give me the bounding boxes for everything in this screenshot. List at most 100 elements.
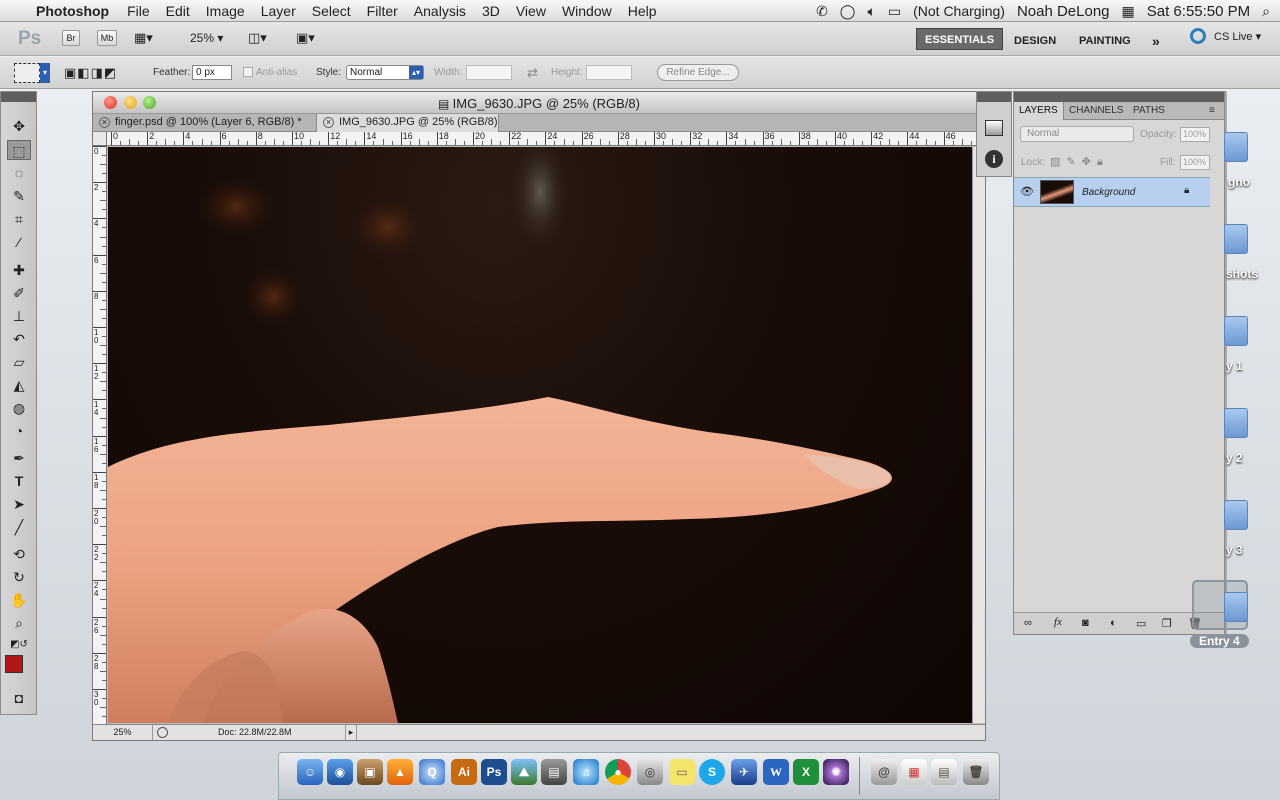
feather-input[interactable]: 0 px xyxy=(192,65,232,80)
illustrator-icon[interactable]: Ai xyxy=(451,759,477,785)
desktop-label[interactable]: shots xyxy=(1226,267,1258,281)
layer-style-icon[interactable]: fx xyxy=(1054,616,1062,628)
iphoto-icon[interactable]: ▣ xyxy=(357,759,383,785)
view-extras-icon[interactable]: ▦▾ xyxy=(134,30,153,46)
zoom-tool-icon[interactable]: ⌕ xyxy=(7,613,31,633)
tab-layers[interactable]: LAYERS xyxy=(1014,102,1064,120)
healing-brush-icon[interactable]: ✚ xyxy=(7,260,31,280)
word-icon[interactable]: W xyxy=(763,759,789,785)
desktop-folder-icon[interactable] xyxy=(1224,316,1248,346)
toolbox-header[interactable] xyxy=(1,92,36,102)
tab-close-icon[interactable]: × xyxy=(99,117,110,128)
user-name[interactable]: Noah DeLong xyxy=(1011,3,1116,20)
desktop-folder-icon[interactable] xyxy=(1224,592,1248,622)
desktop-folder-icon[interactable] xyxy=(1224,132,1248,162)
hand-tool-icon[interactable]: ✋ xyxy=(7,590,31,610)
tab-finger-psd[interactable]: × finger.psd @ 100% (Layer 6, RGB/8) * xyxy=(93,114,317,132)
layers-panel-header[interactable] xyxy=(1014,92,1224,102)
preset-dropdown-icon[interactable]: ▾ xyxy=(40,63,50,83)
document-titlebar[interactable]: ▤ IMG_9630.JPG @ 25% (RGB/8) xyxy=(93,92,985,114)
desktop-label[interactable]: y 3 xyxy=(1226,543,1243,557)
blur-tool-icon[interactable]: ◍ xyxy=(7,398,31,418)
vertical-scrollbar[interactable] xyxy=(972,147,985,723)
crop-tool-icon[interactable]: ⌗ xyxy=(7,209,31,229)
anti-alias-checkbox[interactable] xyxy=(243,67,253,77)
image-capture-icon[interactable]: ▤ xyxy=(541,759,567,785)
lock-options-icons[interactable]: ▨✎✥🔒︎ xyxy=(1050,155,1109,169)
horizontal-ruler[interactable]: 0 2 4 6 8 10 12 14 16 18 20 22 24 26 28 30 32 34 36 38 40 42 4… xyxy=(107,132,985,146)
downloads-stack-icon[interactable]: @ xyxy=(871,759,897,785)
new-group-icon[interactable]: ▭ xyxy=(1136,617,1146,630)
width-input[interactable] xyxy=(466,65,512,80)
cs-live-icon[interactable] xyxy=(1190,28,1206,44)
vertical-ruler[interactable]: 0 2 4 6 8 10 12 14 16 18 20 22 24 26 28 30 xyxy=(93,146,107,724)
paint-bucket-icon[interactable]: ◭ xyxy=(7,375,31,395)
status-info-icon[interactable] xyxy=(157,727,168,738)
path-selection-icon[interactable]: ➤ xyxy=(7,494,31,514)
desktop-label-selected[interactable]: Entry 4 xyxy=(1190,634,1249,648)
lasso-tool-icon[interactable]: ◌ xyxy=(7,163,31,183)
line-tool-icon[interactable]: ╱ xyxy=(7,517,31,537)
workspace-painting[interactable]: PAINTING xyxy=(1071,30,1139,52)
3d-orbit-icon[interactable]: ↻ xyxy=(7,567,31,587)
layer-row-background[interactable]: 👁︎ Background 🔒︎ xyxy=(1014,177,1210,207)
menu-filter[interactable]: Filter xyxy=(359,3,406,19)
status-menu-arrow-icon[interactable]: ▸ xyxy=(345,725,357,740)
panel-menu-icon[interactable]: ≡ xyxy=(1204,102,1220,120)
3d-rotate-icon[interactable]: ⟲ xyxy=(7,544,31,564)
height-input[interactable] xyxy=(586,65,632,80)
image-canvas[interactable] xyxy=(108,147,972,723)
app-menu[interactable]: Photoshop xyxy=(36,3,109,19)
mini-bridge-button[interactable]: Mb xyxy=(97,30,117,46)
marquee-tool-icon[interactable]: ⬚ xyxy=(7,140,31,160)
info-icon[interactable]: i xyxy=(985,150,1003,168)
desktop-folder-icon[interactable] xyxy=(1224,408,1248,438)
finder-icon[interactable]: ☺ xyxy=(297,759,323,785)
screen-mode-icon[interactable]: ▣▾ xyxy=(296,30,315,46)
menu-view[interactable]: View xyxy=(508,3,554,19)
arrange-documents-icon[interactable]: ◫▾ xyxy=(248,30,267,46)
menu-3d[interactable]: 3D xyxy=(474,3,508,19)
workspace-design[interactable]: DESIGN xyxy=(1006,30,1064,52)
skype-icon[interactable]: S xyxy=(699,759,725,785)
zoom-level-field[interactable]: 25% xyxy=(93,725,153,740)
battery-icon[interactable]: ▭ xyxy=(882,3,907,20)
eyedropper-tool-icon[interactable]: ⁄ xyxy=(7,232,31,252)
cs-live-button[interactable]: CS Live ▾ xyxy=(1214,30,1261,43)
ruler-origin[interactable] xyxy=(93,132,107,146)
photoshop-dock-icon[interactable]: Ps xyxy=(481,759,507,785)
desktop-folder-icon[interactable] xyxy=(1224,500,1248,530)
fill-input[interactable]: 100% xyxy=(1180,155,1210,170)
add-mask-icon[interactable]: ◙ xyxy=(1082,617,1089,629)
menu-help[interactable]: Help xyxy=(620,3,665,19)
layer-name[interactable]: Background xyxy=(1082,187,1135,198)
blend-mode-select[interactable]: Normal xyxy=(1020,126,1134,142)
link-layers-icon[interactable]: ∞ xyxy=(1024,617,1032,629)
visibility-eye-icon[interactable]: 👁︎ xyxy=(1020,185,1034,198)
menu-edit[interactable]: Edit xyxy=(158,3,198,19)
swap-colors-icon[interactable]: ◩↺ xyxy=(7,635,31,655)
history-brush-icon[interactable]: ↶ xyxy=(7,329,31,349)
spotlight-icon[interactable]: ⌕ xyxy=(1256,3,1280,20)
preview-icon[interactable]: ⛰ xyxy=(511,759,537,785)
desktop-label[interactable]: y 2 xyxy=(1226,451,1243,465)
quicktime-icon[interactable]: Q xyxy=(419,759,445,785)
clone-stamp-icon[interactable]: ⊥ xyxy=(7,306,31,326)
menu-analysis[interactable]: Analysis xyxy=(406,3,474,19)
desktop-label[interactable]: y 1 xyxy=(1226,359,1243,373)
refine-edge-button[interactable]: Refine Edge... xyxy=(657,64,739,81)
quick-mask-icon[interactable]: ◘ xyxy=(7,688,31,708)
style-select[interactable]: Normal ▴▾ xyxy=(346,65,424,80)
applications-stack-icon[interactable]: ▤ xyxy=(931,759,957,785)
desktop-label[interactable]: gno xyxy=(1228,175,1250,189)
adjustment-layer-icon[interactable]: ◐ xyxy=(1110,617,1117,629)
chrome-icon[interactable]: ● xyxy=(605,759,631,785)
menu-window[interactable]: Window xyxy=(554,3,620,19)
mail-icon[interactable]: ✈ xyxy=(731,759,757,785)
type-tool-icon[interactable]: T xyxy=(7,471,31,491)
stickies-icon[interactable]: ▭ xyxy=(669,759,695,785)
quick-selection-icon[interactable]: ✎ xyxy=(7,186,31,206)
bridge-button[interactable]: Br xyxy=(62,30,80,46)
chat-icon[interactable]: ◯ xyxy=(834,3,862,20)
dodge-tool-icon[interactable]: ◔ xyxy=(7,421,31,441)
